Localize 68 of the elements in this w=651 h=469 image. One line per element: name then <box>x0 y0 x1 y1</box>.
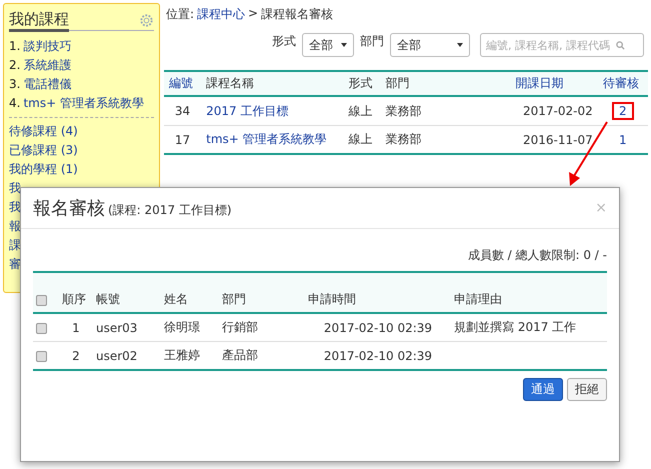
table-cell: user03 <box>93 313 161 342</box>
approve-button[interactable]: 通過 <box>523 378 563 401</box>
column-header: 姓名 <box>161 272 219 313</box>
sidebar-link[interactable]: 待修課程 (4) <box>9 122 154 141</box>
column-header: 帳號 <box>93 272 161 313</box>
filter-dropdown[interactable]: 全部 <box>390 33 470 57</box>
table-cell: 產品部 <box>219 342 305 370</box>
column-header[interactable]: 開課日期 <box>510 71 598 96</box>
table-cell: 行銷部 <box>219 313 305 342</box>
filter-dropdown[interactable]: 全部 <box>302 33 354 57</box>
table-cell: 34 <box>164 96 202 126</box>
course-link[interactable]: 電話禮儀 <box>23 75 72 94</box>
course-link[interactable]: tms+ 管理者系統教學 <box>206 132 327 146</box>
column-header[interactable]: 編號 <box>164 71 202 96</box>
column-header: 部門 <box>219 272 305 313</box>
reject-button[interactable]: 拒絕 <box>567 378 607 401</box>
sidebar-link[interactable]: 已修課程 (3) <box>9 141 154 160</box>
search-icon <box>616 40 625 50</box>
sidebar-title: 我的課程 <box>9 10 69 32</box>
course-number: 4. <box>9 95 20 112</box>
table-cell: 17 <box>164 126 202 154</box>
table-cell: 2017-02-02 <box>510 96 598 126</box>
breadcrumb-link[interactable]: 課程中心 <box>197 6 246 23</box>
search-field[interactable]: 編號, 課程名稱, 課程代碼 <box>480 33 644 57</box>
course-link[interactable]: tms+ 管理者系統教學 <box>23 94 144 113</box>
sidebar-link[interactable]: 我的學程 (1) <box>9 160 154 179</box>
table-cell: 1 <box>59 313 93 342</box>
column-header: 順序 <box>59 272 93 313</box>
breadcrumb-current: 課程報名審核 <box>261 6 334 23</box>
filter-label: 部門 <box>360 33 384 50</box>
breadcrumb-label: 位置: <box>166 6 194 23</box>
course-link[interactable]: 2017 工作目標 <box>206 104 288 118</box>
column-header: 部門 <box>380 71 511 96</box>
course-number: 1. <box>9 38 20 55</box>
table-cell: 徐明璟 <box>161 313 219 342</box>
course-link[interactable]: 談判技巧 <box>23 37 72 56</box>
column-header: 申請時間 <box>305 272 451 313</box>
table-cell: 2017-02-10 02:39 <box>305 342 451 370</box>
row-checkbox[interactable] <box>36 350 47 362</box>
caret-icon <box>341 43 347 47</box>
table-cell: 業務部 <box>380 96 511 126</box>
member-count: 成員數 / 總人數限制: 0 / - <box>466 247 607 264</box>
table-cell: user02 <box>93 342 161 370</box>
dialog-subtitle: (課程: 2017 工作目標) <box>108 202 232 219</box>
filter-label: 形式 <box>272 33 296 50</box>
caret-icon <box>457 43 463 47</box>
row-checkbox[interactable] <box>36 322 47 334</box>
column-header: 課程名稱 <box>201 71 344 96</box>
course-number: 3. <box>9 76 20 93</box>
table-cell: 2016-11-07 <box>510 126 598 154</box>
table-cell: 規劃並撰寫 2017 工作 <box>454 320 576 334</box>
column-header[interactable]: 待審核 <box>598 71 648 96</box>
table-cell: 2017-02-10 02:39 <box>305 313 451 342</box>
table-cell: 線上 <box>344 96 381 126</box>
settings-icon[interactable] <box>139 12 154 28</box>
table-cell: 王雅婷 <box>161 342 219 370</box>
table-cell: 線上 <box>344 126 381 154</box>
breadcrumb-separator: > <box>248 6 258 22</box>
select-all-checkbox[interactable] <box>36 294 47 306</box>
column-header: 形式 <box>344 71 381 96</box>
column-header: 申請理由 <box>451 272 607 313</box>
pending-count-link[interactable]: 2 <box>612 102 634 120</box>
course-number: 2. <box>9 57 20 74</box>
table-cell: 業務部 <box>380 126 511 154</box>
course-link[interactable]: 系統維護 <box>23 56 72 75</box>
pending-count-link[interactable]: 1 <box>619 132 627 146</box>
dialog-title: 報名審核 <box>33 197 105 220</box>
table-cell: 2 <box>59 342 93 370</box>
